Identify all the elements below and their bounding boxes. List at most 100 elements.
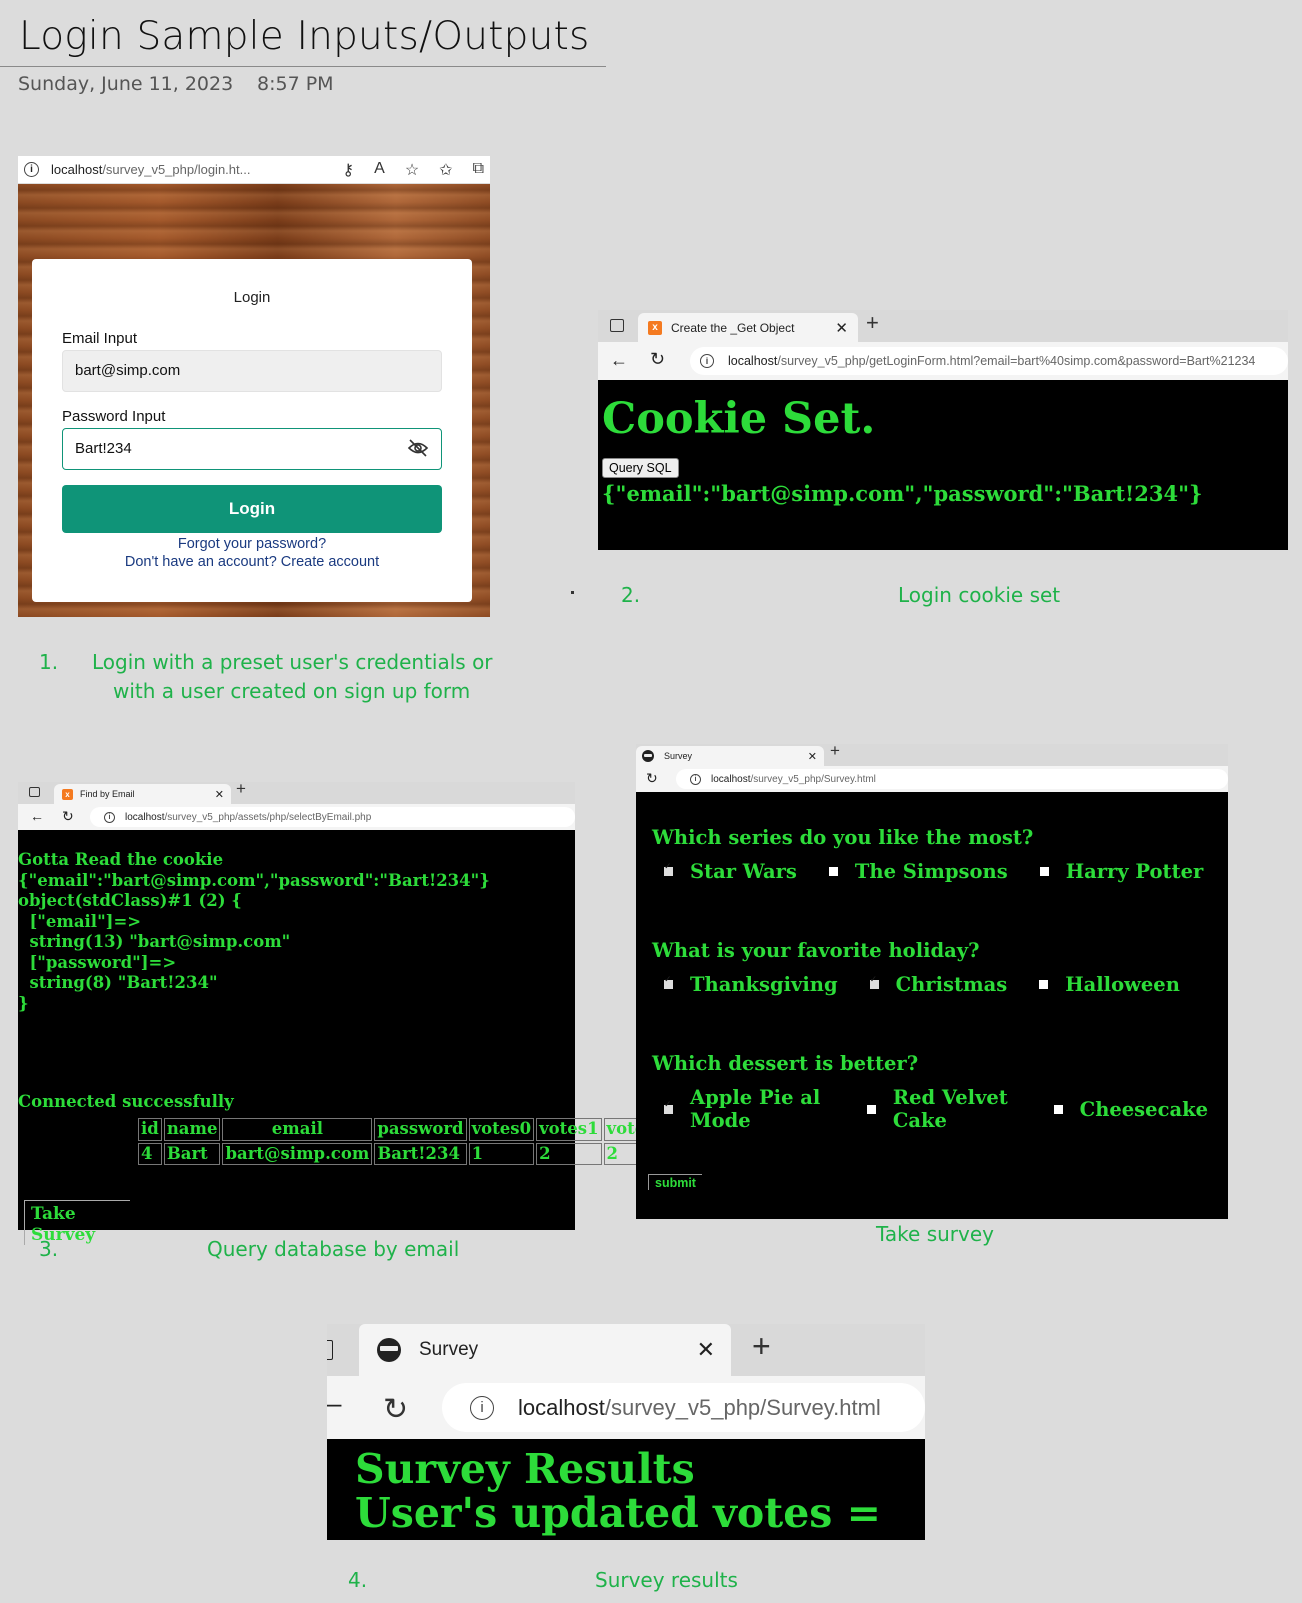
browser-toolbar-icons: ⚷ A ☆ ✩ ⧉: [342, 160, 490, 180]
checkbox[interactable]: [828, 867, 838, 876]
favorite-star-icon[interactable]: ☆: [405, 160, 419, 180]
collections-icon[interactable]: ⧉: [473, 160, 484, 180]
password-label: Password Input: [62, 408, 166, 425]
db-address-row: ← ↻ i localhost/survey_v5_php/assets/php…: [18, 804, 575, 830]
checkbox[interactable]: [866, 1104, 876, 1114]
caption-4-text: Survey results: [595, 1568, 738, 1592]
survey-options: Star Wars The Simpsons Harry Potter: [652, 860, 1228, 883]
close-tab-icon[interactable]: ✕: [697, 1337, 715, 1363]
submit-button[interactable]: submit: [648, 1174, 702, 1190]
xampp-favicon-icon: x: [62, 788, 73, 800]
results-tab-strip: Survey ✕ +: [327, 1324, 925, 1376]
checkbox-checked[interactable]: [869, 975, 879, 989]
reload-icon[interactable]: ↻: [646, 770, 658, 787]
table-cell: bart@simp.com: [222, 1142, 373, 1165]
page-time: 8:57 PM: [257, 73, 334, 95]
checkbox-checked[interactable]: [664, 1100, 673, 1114]
cookie-url-host: localhost: [728, 354, 778, 368]
db-output-line: Gotta Read the cookie: [18, 850, 224, 869]
xampp-favicon-icon: x: [648, 320, 662, 335]
table-cell: 1: [468, 1142, 535, 1165]
survey-option-label: Cheesecake: [1079, 1097, 1208, 1121]
hide-password-icon[interactable]: [407, 438, 429, 462]
new-tab-icon[interactable]: +: [236, 779, 246, 799]
tab-actions-icon[interactable]: [610, 319, 624, 332]
email-input[interactable]: bart@simp.com: [62, 350, 442, 392]
table-cell: Bart!234: [374, 1142, 467, 1165]
close-tab-icon[interactable]: ✕: [215, 788, 224, 801]
back-arrow-icon[interactable]: ←: [610, 350, 628, 371]
results-screenshot: Survey ✕ + – ↻ i localhost/survey_v5_php…: [327, 1324, 925, 1540]
login-heading: Login: [233, 289, 271, 306]
read-aloud-icon[interactable]: A: [374, 160, 385, 180]
db-output-line: }: [18, 993, 29, 1013]
key-icon[interactable]: ⚷: [342, 160, 354, 180]
survey-tab-strip: Survey ✕ +: [636, 741, 1228, 766]
cookie-tab[interactable]: x Create the _Get Object ✕: [638, 313, 858, 342]
caption-1-line2: with a user created on sign up form: [113, 679, 471, 703]
info-icon: i: [24, 162, 39, 177]
cookie-tab-strip: x Create the _Get Object ✕ +: [598, 310, 1288, 342]
caption-4-number: 4.: [348, 1568, 368, 1592]
cookie-heading: Cookie Set.: [602, 394, 876, 444]
results-tab[interactable]: Survey ✕: [359, 1324, 731, 1376]
checkbox[interactable]: [1039, 867, 1049, 876]
survey-option-label: Red Velvet Cake: [892, 1086, 1008, 1132]
reload-icon[interactable]: ↻: [62, 808, 74, 825]
survey-option-label: Christmas: [895, 973, 1008, 996]
checkbox-checked[interactable]: [664, 975, 673, 989]
results-tab-title: Survey: [419, 1339, 479, 1360]
login-address-bar[interactable]: i localhost/survey_v5_php/login.ht... ⚷ …: [18, 156, 490, 184]
survey-option-label: Harry Potter: [1065, 860, 1204, 883]
caption-3-number: 3.: [39, 1237, 59, 1261]
close-tab-icon[interactable]: ✕: [835, 319, 848, 337]
email-label: Email Input: [62, 330, 138, 347]
survey-question: What is your favorite holiday?: [652, 939, 980, 962]
checkbox[interactable]: [1039, 980, 1049, 989]
query-sql-button[interactable]: Query SQL: [602, 458, 679, 478]
db-output-line: object(stdClass)#1 (2) {: [18, 891, 242, 910]
survey-tab[interactable]: Survey ✕: [636, 746, 824, 766]
close-tab-icon[interactable]: ✕: [808, 750, 817, 763]
login-button[interactable]: Login: [62, 485, 442, 533]
new-tab-icon[interactable]: +: [830, 741, 840, 761]
tab-actions-icon[interactable]: [327, 1340, 333, 1360]
password-input[interactable]: Bart!234: [62, 428, 442, 470]
survey-url-host: localhost: [711, 773, 751, 785]
caption-3-text: Query database by email: [207, 1237, 460, 1261]
survey-address-row: ↻ i localhost/survey_v5_php/Survey.html: [636, 766, 1228, 792]
password-value: Bart!234: [75, 440, 132, 457]
back-arrow-icon[interactable]: –: [327, 1388, 341, 1419]
reload-icon[interactable]: ↻: [650, 349, 665, 370]
login-url-host: localhost: [51, 162, 103, 177]
reload-icon[interactable]: ↻: [383, 1392, 408, 1427]
survey-option-label: Star Wars: [690, 860, 797, 883]
survey-address-bar[interactable]: i localhost/survey_v5_php/Survey.html: [676, 769, 1228, 789]
db-output-line: ["email"]=>: [18, 911, 142, 931]
checkbox[interactable]: [1053, 1104, 1063, 1114]
results-address-bar[interactable]: i localhost/survey_v5_php/Survey.html: [442, 1383, 925, 1432]
connected-message: Connected successfully: [18, 1092, 234, 1111]
cookie-address-bar[interactable]: i localhost/survey_v5_php/getLoginForm.h…: [690, 347, 1288, 375]
forgot-password-link[interactable]: Forgot your password?: [62, 535, 442, 553]
back-arrow-icon[interactable]: ←: [30, 808, 44, 824]
new-tab-icon[interactable]: +: [752, 1328, 771, 1365]
login-url-path: /survey_v5_php/login.ht...: [102, 162, 251, 177]
table-header-cell: votes1: [536, 1118, 602, 1141]
db-output-line: string(8) "Bart!234": [18, 973, 218, 992]
db-screenshot: x Find by Email ✕ + ← ↻ i localhost/surv…: [18, 779, 670, 1245]
survey-url-path: /survey_v5_php/Survey.html: [750, 773, 876, 785]
survey-options: Thanksgiving Christmas Halloween: [652, 973, 1228, 996]
wood-background: Login Email Input bart@simp.com Password…: [18, 184, 490, 617]
create-account-link[interactable]: Don't have an account? Create account: [62, 553, 442, 571]
db-tab-title: Find by Email: [80, 789, 135, 799]
new-tab-icon[interactable]: +: [866, 310, 879, 336]
page-date: Sunday, June 11, 2023: [18, 73, 234, 95]
db-tab[interactable]: x Find by Email ✕: [54, 784, 231, 804]
info-icon: i: [104, 811, 115, 823]
db-address-bar[interactable]: i localhost/survey_v5_php/assets/php/sel…: [90, 807, 575, 827]
favorites-icon[interactable]: ✩: [439, 160, 452, 180]
checkbox-checked[interactable]: [664, 862, 673, 876]
tab-actions-icon[interactable]: [29, 787, 40, 797]
survey-question: Which series do you like the most?: [652, 826, 1034, 849]
